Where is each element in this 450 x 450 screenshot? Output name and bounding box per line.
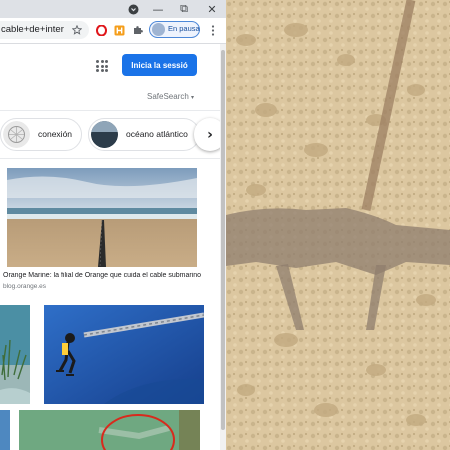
- browser-toolbar: cable+de+inter En pausa: [0, 18, 226, 44]
- result-image-diver-cable[interactable]: [44, 305, 204, 404]
- minimize-button[interactable]: —: [145, 0, 171, 18]
- apps-grid-icon[interactable]: [96, 60, 108, 72]
- opera-icon[interactable]: [94, 22, 108, 38]
- chip-oceano-atlantico[interactable]: océano atlántico: [88, 118, 200, 151]
- puzzle-icon[interactable]: [131, 22, 145, 38]
- title-bar: — ⧉ ✕: [0, 0, 226, 18]
- scrollbar-thumb[interactable]: [221, 50, 225, 430]
- h-extension-icon[interactable]: [112, 22, 126, 38]
- chip-thumbnail: [3, 121, 30, 148]
- sand-beach-photo: [226, 0, 450, 450]
- result-image-seagrass[interactable]: [0, 305, 30, 404]
- close-button[interactable]: ✕: [199, 0, 225, 18]
- safesearch-label: SafeSearch: [147, 92, 189, 101]
- result-caption[interactable]: Orange Marine: la filial de Orange que c…: [3, 272, 213, 279]
- divider: [0, 158, 220, 159]
- chip-label: conexión: [38, 129, 73, 139]
- profile-status-text: En pausa: [168, 24, 200, 33]
- tab-search-icon[interactable]: [120, 0, 146, 18]
- result-source: blog.orange.es: [3, 283, 47, 290]
- profile-pause-button[interactable]: En pausa: [149, 21, 200, 38]
- result-image-partial[interactable]: [0, 410, 10, 450]
- browser-window: — ⧉ ✕ cable+de+inter En pausa Inicia la …: [0, 0, 226, 450]
- chip-conexion[interactable]: conexión: [0, 118, 82, 151]
- chip-label: océano atlántico: [126, 129, 188, 139]
- chip-thumbnail: [91, 121, 118, 148]
- chevron-down-icon: ▾: [191, 95, 195, 101]
- avatar: [152, 23, 165, 36]
- signin-button[interactable]: Inicia la sessió: [122, 54, 197, 76]
- result-image-cable-beach[interactable]: [7, 168, 197, 267]
- safesearch-menu[interactable]: SafeSearch ▾: [147, 92, 194, 101]
- maximize-button[interactable]: ⧉: [171, 0, 197, 18]
- more-icon[interactable]: [206, 22, 220, 38]
- result-image-underwater-marked[interactable]: [19, 410, 200, 450]
- star-icon[interactable]: [70, 22, 84, 38]
- divider: [0, 110, 220, 111]
